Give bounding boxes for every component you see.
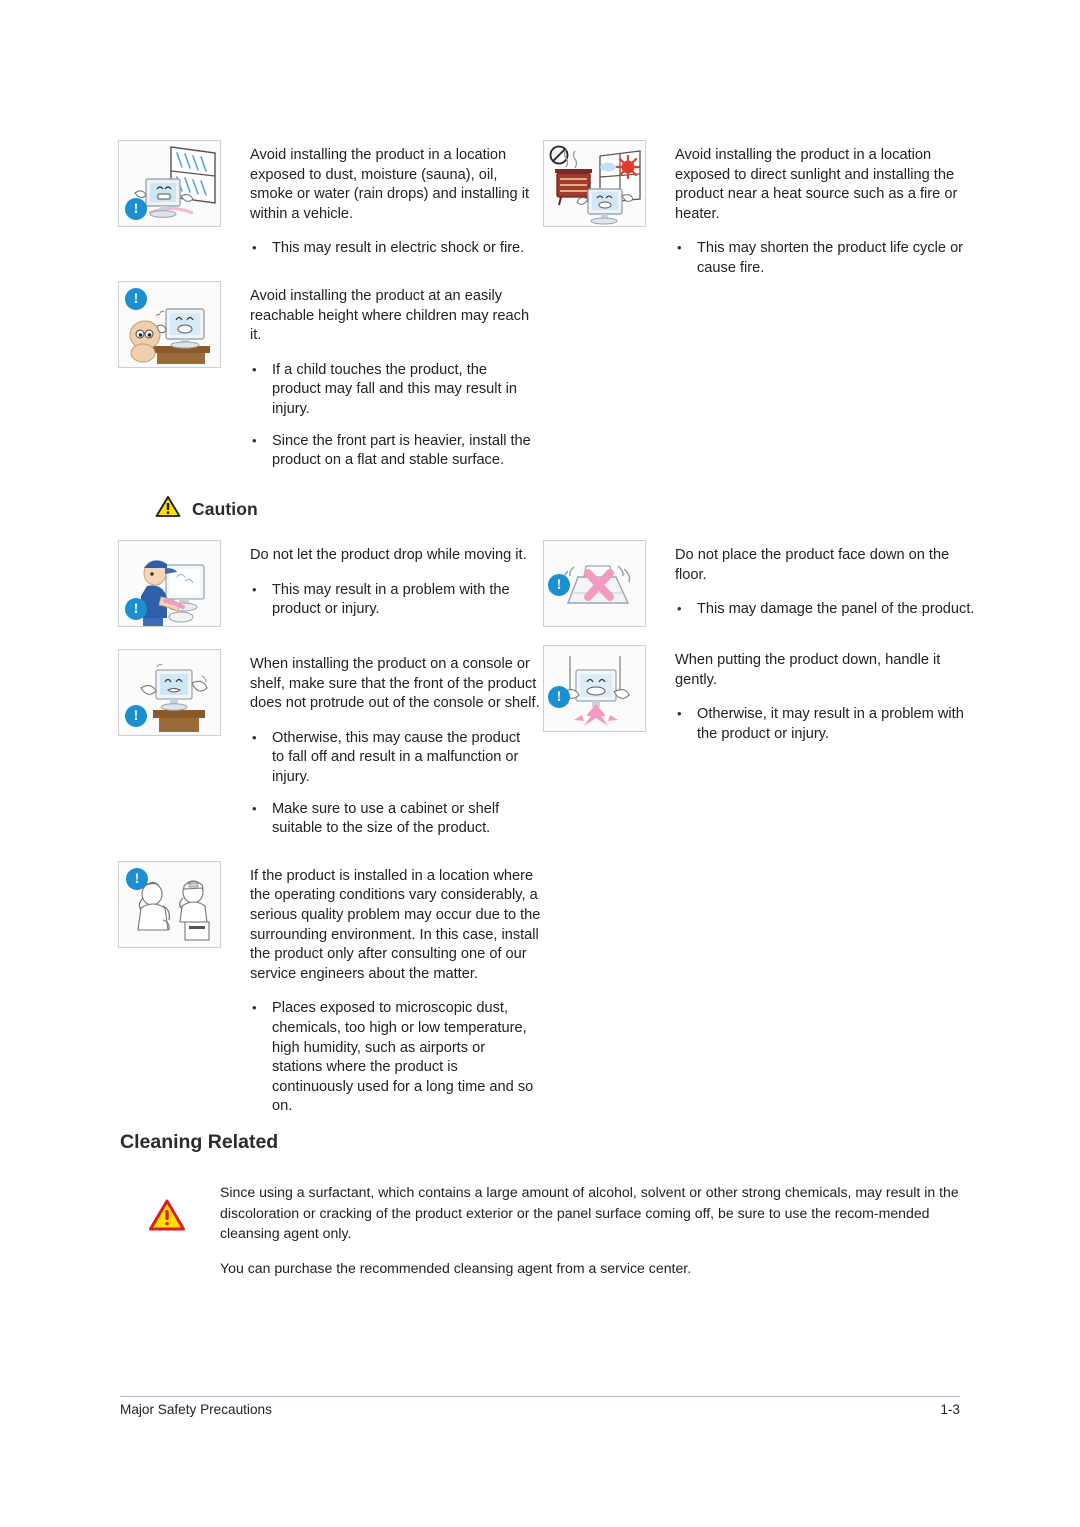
entry-body: Avoid installing the product in a locati… [250,140,543,259]
caution-entry-operating-conditions: ! If the product is installed in a locat… [118,860,543,1117]
exclamation-badge-icon: ! [125,598,147,620]
cleaning-related-block: Since using a surfactant, which contains… [148,1182,978,1278]
entry-lead-text: Avoid installing the product in a locati… [675,147,958,222]
page-title-cleaning-related: Cleaning Related [120,1131,279,1153]
caution-entry-drop-moving: ! Do not let the product drop while movi… [118,540,543,627]
footer-page-number: 1-3 [940,1402,960,1417]
entry-body: When installing the product on a console… [250,649,543,839]
thumb-slot: ! [543,540,675,627]
entry-lead-text: Do not let the product drop while moving… [250,547,527,563]
entry-bullet-list: This may result in electric shock or fir… [250,238,543,259]
bullet-item: Since the front part is heavier, install… [250,431,535,471]
entry-bullet-list: Places exposed to microscopic dust, chem… [250,998,543,1117]
entry-lead-text: If the product is installed in a locatio… [250,867,541,982]
thumb-slot: ! [118,860,250,948]
worker-carrying-monitor-icon: ! [118,540,221,627]
entry-lead-text: Avoid installing the product in a locati… [250,147,530,222]
entry-body: Avoid installing the product at an easil… [250,281,543,471]
thumb-slot: ! [118,140,250,227]
child-reaching-monitor-icon: ! [118,280,221,368]
entry-bullet-list: Otherwise, this may cause the product to… [250,728,543,839]
entry-lead-text: Avoid installing the product at an easil… [250,287,530,344]
thumb-slot [543,140,675,227]
warning-left-column: ! Avoid installing the product in a loca… [118,140,543,493]
thumb-slot: ! [118,540,250,627]
caution-heading-label: Caution [192,498,258,519]
entry-body: If the product is installed in a locatio… [250,861,543,1117]
warning-entry-dust-moisture: ! Avoid installing the product in a loca… [118,140,543,259]
heater-sunlight-monitor-icon [543,140,646,227]
caution-entry-console-shelf: ! When installing the product on a conso… [118,649,543,839]
entry-lead-text: Do not place the product face down on th… [675,547,950,583]
monitor-on-shelf-icon: ! [118,649,221,736]
monitor-handle-gently-icon: ! [543,645,646,732]
exclamation-badge-icon: ! [548,574,570,596]
thumb-slot: ! [118,280,250,368]
entry-lead-text: When putting the product down, handle it… [675,652,941,688]
exclamation-badge-icon: ! [126,867,148,890]
footer-section-label: Major Safety Precautions [120,1402,272,1417]
caution-section: ! Do not let the product drop while movi… [118,540,978,1139]
entry-lead-text: When installing the product on a console… [250,656,540,712]
cleaning-paragraph-1: Since using a surfactant, which contains… [220,1184,959,1241]
entry-bullet-list: This may damage the panel of the product… [675,599,978,620]
monitor-rain-window-icon: ! [118,140,221,227]
cleaning-text: Since using a surfactant, which contains… [220,1182,978,1278]
bullet-item: Make sure to use a cabinet or shelf suit… [250,799,535,839]
exclamation-badge-icon: ! [125,705,147,727]
exclamation-badge-icon: ! [548,686,570,708]
entry-bullet-list: Otherwise, it may result in a problem wi… [675,704,978,744]
bullet-item: This may shorten the product life cycle … [675,238,975,278]
entry-body: Avoid installing the product in a locati… [675,140,978,279]
caution-left-column: ! Do not let the product drop while movi… [118,540,543,1139]
exclamation-badge-icon: ! [125,287,147,310]
bullet-item: Places exposed to microscopic dust, chem… [250,998,535,1117]
warning-entry-sunlight-heat: Avoid installing the product in a locati… [543,140,978,279]
bullet-item: This may result in electric shock or fir… [250,238,535,259]
entry-bullet-list: If a child touches the product, the prod… [250,360,543,471]
cleaning-paragraph-2: You can purchase the recommended cleansi… [220,1259,692,1276]
caution-heading: Caution [155,495,258,523]
service-engineer-phone-icon: ! [118,860,221,948]
thumb-slot: ! [543,645,675,732]
page-footer: Major Safety Precautions 1-3 [120,1402,960,1417]
yellow-warning-triangle-icon [155,495,181,523]
bullet-item: Otherwise, it may result in a problem wi… [675,704,975,744]
warning-section: ! Avoid installing the product in a loca… [118,140,978,493]
bullet-item: This may result in a problem with the pr… [250,580,535,620]
bullet-item: If a child touches the product, the prod… [250,360,535,420]
thumb-slot: ! [118,649,250,736]
bullet-item: Otherwise, this may cause the product to… [250,728,535,788]
entry-bullet-list: This may shorten the product life cycle … [675,238,978,278]
entry-body: Do not let the product drop while moving… [250,540,543,620]
exclamation-badge-icon: ! [125,198,147,220]
entry-bullet-list: This may result in a problem with the pr… [250,580,543,620]
manual-page: ! Avoid installing the product in a loca… [0,0,1080,1527]
caution-right-column: ! Do not place the product face down on … [543,540,978,1139]
warning-entry-child-reach: ! Avoid installing the product at an eas… [118,280,543,471]
bullet-item: This may damage the panel of the product… [675,599,975,620]
thumb-slot [148,1182,220,1237]
monitor-face-down-x-icon: ! [543,540,646,627]
entry-body: When putting the product down, handle it… [675,645,978,744]
red-warning-triangle-icon [148,1199,186,1236]
warning-right-column: Avoid installing the product in a locati… [543,140,978,493]
footer-divider [120,1396,960,1397]
caution-entry-face-down: ! Do not place the product face down on … [543,540,978,627]
caution-entry-handle-gently: ! When putting the product down, handle … [543,645,978,744]
entry-body: Do not place the product face down on th… [675,540,978,620]
